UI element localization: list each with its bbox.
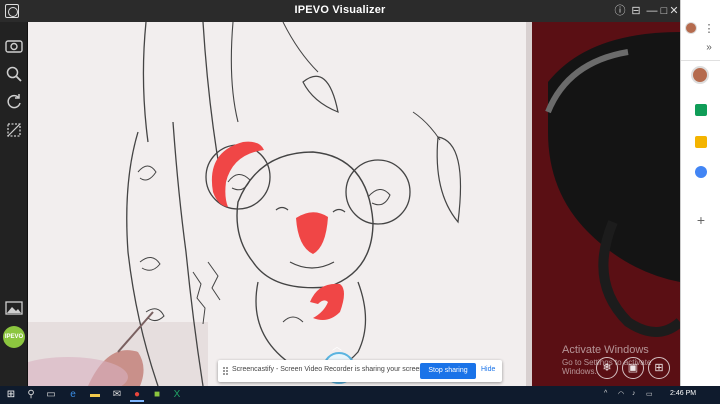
chrome-icon[interactable]: ● — [130, 388, 144, 402]
activate-line-1: Activate Windows — [562, 344, 649, 356]
expand-button[interactable]: » — [697, 42, 720, 53]
windows-taskbar: ⊞ ⚲ ▭ e ▬ ✉ ● ■ X ^ ◠ ♪ ▭ 2:46 PM — [0, 386, 720, 404]
ipevo-icon[interactable]: ■ — [150, 388, 164, 402]
menu-button[interactable]: ⋮ — [697, 22, 720, 35]
chrome-side-panel: ⋮ » + — [680, 0, 720, 386]
snapshot-button[interactable]: ▣ — [622, 357, 644, 379]
tasks-icon[interactable] — [695, 166, 707, 178]
ipevo-titlebar: IPEVO Visualizer ⓘ ⊟ — □ ✕ — [0, 0, 680, 22]
battery-icon[interactable]: ▭ — [646, 390, 653, 398]
koala-drawing-image — [28, 22, 680, 386]
search-icon[interactable]: ⚲ — [24, 388, 38, 402]
settings-button[interactable]: ⊟ — [628, 3, 644, 19]
excel-icon[interactable]: X — [170, 388, 184, 402]
file-explorer-icon[interactable]: ▬ — [88, 388, 102, 402]
windows-start-icon[interactable]: ⊞ — [4, 388, 18, 402]
sheets-icon[interactable] — [695, 104, 707, 116]
window-title: IPEVO Visualizer — [294, 4, 386, 16]
mail-icon[interactable]: ✉ — [110, 388, 124, 402]
chevron-up-icon[interactable]: ︿ — [332, 338, 342, 353]
camera-settings-icon[interactable] — [4, 36, 24, 56]
clock[interactable]: 2:46 PM — [670, 390, 696, 397]
tray-chevron-icon[interactable]: ^ — [604, 390, 607, 397]
stop-sharing-button[interactable]: Stop sharing — [420, 363, 476, 379]
divider — [681, 60, 720, 61]
ipevo-logo-button[interactable]: IPEVO — [3, 326, 25, 348]
keep-icon[interactable] — [695, 136, 707, 148]
drag-handle-icon[interactable] — [223, 367, 228, 375]
left-toolbar: IPEVO — [0, 22, 28, 386]
zoom-icon[interactable] — [4, 64, 24, 84]
task-view-icon[interactable]: ▭ — [44, 388, 58, 402]
grid-button[interactable]: ⊞ — [648, 357, 670, 379]
profile-avatar-small[interactable] — [685, 22, 697, 34]
camera-view: Activate Windows Go to Settings to activ… — [28, 22, 680, 386]
crop-icon[interactable] — [4, 120, 24, 140]
info-button[interactable]: ⓘ — [612, 3, 628, 19]
rotate-icon[interactable] — [4, 92, 24, 112]
network-icon[interactable]: ◠ — [618, 390, 624, 398]
edge-icon[interactable]: e — [66, 388, 80, 402]
desktop: IPEVO Visualizer ⓘ ⊟ — □ ✕ IPEVO Activat… — [0, 0, 720, 404]
profile-avatar[interactable] — [691, 66, 709, 84]
screen-share-bar: Screencastify - Screen Video Recorder is… — [218, 360, 502, 382]
freeze-button[interactable]: ❄ — [596, 357, 618, 379]
gallery-icon[interactable] — [4, 298, 24, 318]
volume-icon[interactable]: ♪ — [632, 390, 636, 397]
share-message: Screencastify - Screen Video Recorder is… — [232, 366, 426, 373]
hide-button[interactable]: Hide — [481, 366, 495, 373]
add-button[interactable]: + — [681, 212, 720, 228]
